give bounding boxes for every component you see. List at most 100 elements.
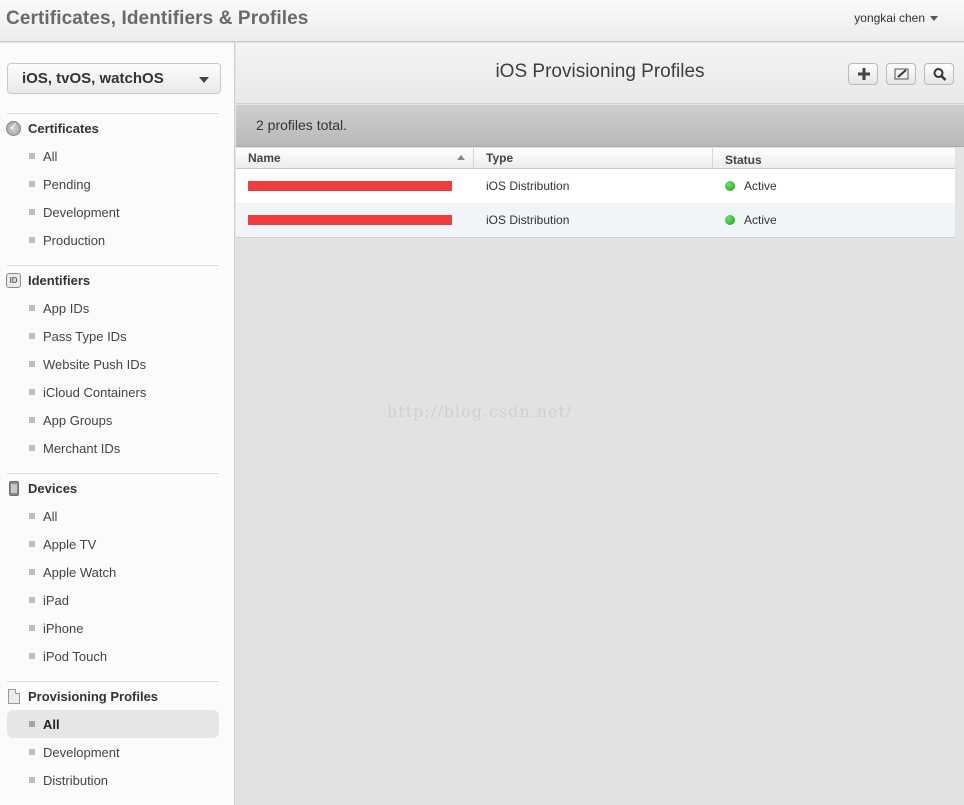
edit-button[interactable]	[886, 63, 916, 85]
section-title: Devices	[28, 480, 78, 496]
sidebar-item-label: iPhone	[43, 620, 84, 636]
sidebar-item-label: Development	[43, 204, 120, 220]
bullet-icon	[29, 513, 35, 519]
redacted-name	[248, 215, 452, 225]
bullet-icon	[29, 541, 35, 547]
table-header: Name Type Status	[236, 148, 955, 169]
sidebar-item-label: iPad	[43, 592, 70, 608]
sidebar-item-website-push-ids[interactable]: Website Push IDs	[7, 350, 219, 378]
sidebar-item-certificates-all[interactable]: All	[7, 142, 219, 170]
bullet-icon	[29, 721, 35, 727]
sidebar-item-label: Apple Watch	[43, 564, 117, 580]
sidebar-item-label: App IDs	[43, 300, 90, 316]
profiles-table: Name Type Status iOS Distribution Active…	[236, 148, 955, 238]
section-identifiers: ID Identifiers	[6, 271, 90, 289]
sidebar-item-ipod-touch[interactable]: iPod Touch	[7, 642, 219, 670]
user-name: yongkai chen	[854, 11, 925, 25]
bullet-icon	[29, 181, 35, 187]
platform-label: iOS, tvOS, watchOS	[22, 70, 164, 87]
user-menu[interactable]: yongkai chen	[854, 11, 938, 25]
status-active-icon	[725, 215, 735, 225]
main-header: iOS Provisioning Profiles	[236, 43, 964, 104]
sort-ascending-icon	[457, 155, 465, 160]
table-row[interactable]: iOS Distribution Active	[236, 203, 955, 237]
sidebar-item-label: Pending	[43, 176, 91, 192]
status-label: Active	[744, 179, 777, 193]
bullet-icon	[29, 417, 35, 423]
bullet-icon	[29, 445, 35, 451]
bullet-icon	[29, 653, 35, 659]
platform-select[interactable]: iOS, tvOS, watchOS	[7, 63, 221, 94]
divider	[7, 473, 219, 474]
bullet-icon	[29, 625, 35, 631]
section-title: Identifiers	[28, 272, 91, 288]
sidebar-item-label: All	[43, 508, 58, 524]
sidebar-item-pending[interactable]: Pending	[7, 170, 219, 198]
sidebar-item-label: App Groups	[43, 412, 113, 428]
bullet-icon	[29, 305, 35, 311]
id-icon: ID	[6, 272, 21, 288]
sidebar-item-app-groups[interactable]: App Groups	[7, 406, 219, 434]
profile-type-cell: iOS Distribution	[486, 179, 570, 193]
pencil-icon	[894, 68, 909, 80]
section-title: Certificates	[28, 120, 99, 136]
sidebar-item-label: Pass Type IDs	[43, 328, 127, 344]
sidebar-item-apple-watch[interactable]: Apple Watch	[7, 558, 219, 586]
bullet-icon	[29, 389, 35, 395]
bullet-icon	[29, 333, 35, 339]
sidebar-item-profiles-development[interactable]: Development	[7, 738, 219, 766]
profile-name-cell	[236, 215, 474, 225]
sidebar-item-iphone[interactable]: iPhone	[7, 614, 219, 642]
sidebar-item-label: All	[43, 148, 58, 164]
column-label: Type	[486, 151, 514, 165]
bullet-icon	[29, 597, 35, 603]
column-label: Name	[248, 151, 281, 165]
profile-status-cell: Active	[713, 179, 955, 193]
divider	[7, 265, 219, 266]
divider	[7, 681, 219, 682]
certificate-icon	[6, 120, 21, 136]
bullet-icon	[29, 209, 35, 215]
sidebar-item-app-ids[interactable]: App IDs	[7, 294, 219, 322]
chevron-down-icon	[199, 77, 209, 83]
sidebar-item-label: iPod Touch	[43, 648, 108, 664]
document-icon	[8, 688, 20, 704]
sidebar-item-label: Distribution	[43, 772, 109, 788]
column-header-name[interactable]: Name	[236, 148, 474, 168]
sidebar-item-icloud-containers[interactable]: iCloud Containers	[7, 378, 219, 406]
sidebar-item-apple-tv[interactable]: Apple TV	[7, 530, 219, 558]
table-row[interactable]: iOS Distribution Active	[236, 169, 955, 203]
column-header-status[interactable]: Status	[713, 148, 955, 168]
sidebar-item-pass-type-ids[interactable]: Pass Type IDs	[7, 322, 219, 350]
summary-bar: 2 profiles total.	[236, 105, 964, 147]
sidebar-item-development[interactable]: Development	[7, 198, 219, 226]
search-icon	[933, 68, 947, 81]
search-button[interactable]	[924, 63, 954, 85]
bullet-icon	[29, 749, 35, 755]
column-header-type[interactable]: Type	[474, 148, 713, 168]
profile-status-cell: Active	[713, 213, 955, 227]
section-provisioning-profiles: Provisioning Profiles	[6, 687, 158, 705]
sidebar-item-merchant-ids[interactable]: Merchant IDs	[7, 434, 219, 462]
sidebar-item-profiles-distribution[interactable]: Distribution	[7, 766, 219, 794]
sidebar-item-label: Merchant IDs	[43, 440, 121, 456]
section-certificates: Certificates	[6, 119, 99, 137]
top-bar: Certificates, Identifiers & Profiles yon…	[0, 0, 964, 42]
sidebar-item-profiles-all[interactable]: All	[7, 710, 219, 738]
sidebar-item-ipad[interactable]: iPad	[7, 586, 219, 614]
chevron-down-icon	[930, 16, 938, 22]
sidebar-item-label: Apple TV	[43, 536, 97, 552]
sidebar: iOS, tvOS, watchOS Certificates All Pend…	[0, 43, 235, 805]
bullet-icon	[29, 569, 35, 575]
sidebar-item-label: Development	[43, 744, 120, 760]
sidebar-item-devices-all[interactable]: All	[7, 502, 219, 530]
add-button[interactable]	[848, 63, 878, 85]
status-label: Active	[744, 213, 777, 227]
bullet-icon	[29, 361, 35, 367]
sidebar-item-label: Production	[43, 232, 106, 248]
bullet-icon	[29, 237, 35, 243]
bullet-icon	[29, 777, 35, 783]
sidebar-item-production[interactable]: Production	[7, 226, 219, 254]
sidebar-item-label: Website Push IDs	[43, 356, 147, 372]
watermark: http://blog.csdn.net/	[387, 402, 573, 421]
